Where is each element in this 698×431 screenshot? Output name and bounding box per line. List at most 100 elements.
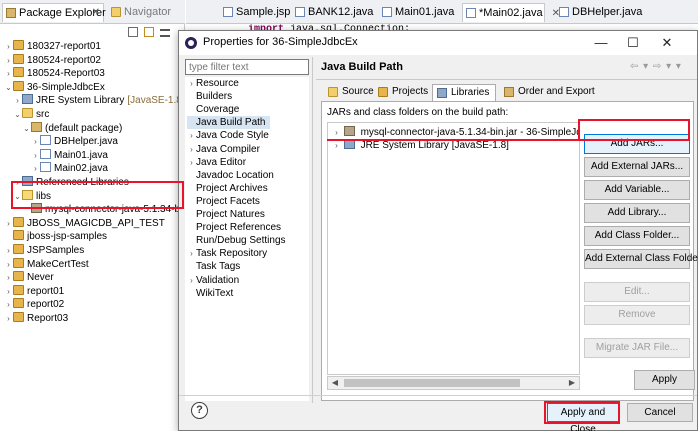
nav-item[interactable]: › Java Editor (187, 156, 250, 169)
tree-item[interactable]: › 180327-report01 (4, 40, 101, 53)
tab-order-export[interactable]: Order and Export (500, 84, 595, 101)
scroll-thumb[interactable] (344, 379, 520, 387)
expand-icon[interactable]: › (187, 274, 196, 287)
tree-item[interactable]: › MakeCertTest (4, 257, 89, 271)
tree-item[interactable]: › JRE System Library [JavaSE-1.8] (13, 94, 185, 107)
nav-item[interactable]: › Task Repository (187, 247, 271, 260)
expand-icon[interactable]: › (4, 271, 13, 284)
link-with-editor-icon[interactable] (144, 27, 155, 37)
add-external-jars-button[interactable]: Add External JARs... (584, 157, 690, 177)
history-navigation[interactable]: ⇦ ▾ ⇨ ▾ ▾ (630, 61, 682, 72)
editor-tab-main02[interactable]: *Main02.java ✕ (462, 3, 560, 22)
tree-item[interactable]: jboss-jsp-samples (4, 230, 107, 243)
tree-item[interactable]: › Never (4, 271, 54, 284)
editor-tab-bank12[interactable]: BANK12.java (292, 3, 373, 22)
expand-icon[interactable]: › (187, 129, 196, 142)
editor-tab-dbhelper[interactable]: DBHelper.java (556, 3, 642, 22)
nav-item[interactable]: Project References (187, 221, 285, 234)
expand-icon[interactable]: › (31, 162, 40, 175)
nav-item[interactable]: Builders (187, 90, 236, 103)
tab-libraries[interactable]: Libraries (432, 84, 496, 102)
tree-item[interactable]: › report02 (4, 298, 64, 311)
close-button[interactable]: ✕ (653, 33, 681, 53)
tree-item[interactable]: › Report03 (4, 312, 68, 325)
expand-icon[interactable]: › (4, 244, 13, 257)
add-external-class-folder-button[interactable]: Add External Class Folder... (584, 249, 698, 269)
add-class-folder-button[interactable]: Add Class Folder... (584, 226, 690, 246)
filter-input[interactable] (185, 59, 309, 75)
add-jars-button[interactable]: Add JARs... (584, 134, 690, 154)
expand-icon[interactable]: ⌄ (13, 190, 22, 203)
cancel-button[interactable]: Cancel (627, 403, 693, 422)
expand-icon[interactable]: › (13, 94, 22, 107)
dialog-title-bar[interactable]: Properties for 36-SimpleJdbcEx — ☐ ✕ (179, 31, 697, 55)
library-list[interactable]: › mysql-connector-java-5.1.34-bin.jar - … (327, 122, 580, 375)
pane-divider[interactable] (312, 57, 313, 403)
library-entry-mysql-connector[interactable]: › mysql-connector-java-5.1.34-bin.jar - … (332, 126, 579, 139)
expand-icon[interactable]: ⌄ (4, 81, 13, 94)
nav-item[interactable]: Run/Debug Settings (187, 234, 290, 247)
nav-item[interactable]: Project Natures (187, 208, 269, 221)
tree-item[interactable]: › 180524-report02 (4, 53, 101, 67)
tab-projects[interactable]: Projects (374, 84, 428, 101)
expand-icon[interactable]: › (31, 149, 40, 162)
minimize-button[interactable]: — (587, 33, 615, 53)
nav-item[interactable]: Java Build Path (187, 116, 270, 130)
expand-icon[interactable]: › (187, 77, 196, 90)
nav-item[interactable]: Project Facets (187, 195, 264, 208)
add-variable-button[interactable]: Add Variable... (584, 180, 690, 200)
scroll-left-icon[interactable]: ◀ (328, 377, 342, 389)
help-icon[interactable]: ? (191, 402, 208, 419)
nav-item[interactable]: › Java Code Style (187, 129, 273, 142)
expand-icon[interactable]: › (4, 40, 13, 53)
remove-button[interactable]: Remove (584, 305, 690, 325)
expand-icon[interactable]: › (13, 176, 22, 189)
add-library-button[interactable]: Add Library... (584, 203, 690, 223)
nav-item[interactable]: › Java Compiler (187, 143, 264, 156)
editor-tab-sample-jsp[interactable]: Sample.jsp (220, 3, 290, 22)
expand-icon[interactable]: › (4, 298, 13, 311)
apply-button[interactable]: Apply (634, 370, 695, 390)
nav-item[interactable]: Project Archives (187, 182, 272, 195)
expand-icon[interactable]: ⌄ (13, 108, 22, 121)
expand-icon[interactable]: › (187, 247, 196, 260)
tab-navigator[interactable]: Navigator (108, 3, 171, 22)
tree-item[interactable]: › 180524-Report03 (4, 67, 105, 80)
tree-item[interactable]: › DBHelper.java (31, 135, 118, 148)
tree-item[interactable]: mysql-connector-java-5.1.34-bin.jar (22, 203, 202, 216)
tree-item[interactable]: ⌄ src (13, 108, 49, 121)
tree-item[interactable]: ⌄ libs (13, 189, 51, 203)
expand-icon[interactable]: › (4, 54, 13, 67)
edit-button[interactable]: Edit... (584, 282, 690, 302)
library-entry-jre[interactable]: › JRE System Library [JavaSE-1.8] (332, 139, 509, 152)
nav-item[interactable]: › Validation (187, 274, 243, 287)
nav-item[interactable]: Javadoc Location (187, 169, 278, 182)
expand-icon[interactable]: ⌄ (22, 122, 31, 135)
collapse-all-icon[interactable] (128, 27, 138, 37)
nav-item[interactable]: › Resource (187, 77, 243, 90)
tab-package-explorer[interactable]: Package Explorer ✕ (2, 3, 106, 22)
tree-item[interactable]: › Main02.java (31, 162, 108, 175)
expand-icon[interactable]: › (4, 217, 13, 230)
expand-icon[interactable]: › (332, 126, 341, 139)
nav-item[interactable]: Coverage (187, 103, 243, 116)
expand-icon[interactable]: › (187, 143, 196, 156)
expand-icon[interactable]: › (31, 135, 40, 148)
view-menu-icon[interactable] (160, 29, 171, 37)
tree-item[interactable]: ⌄ 36-SimpleJdbcEx (4, 80, 105, 94)
maximize-button[interactable]: ☐ (619, 33, 647, 53)
migrate-jar-button[interactable]: Migrate JAR File... (584, 338, 690, 358)
tree-item[interactable]: ⌄ (default package) (22, 121, 122, 135)
tab-source[interactable]: Source (324, 84, 374, 101)
horizontal-scrollbar[interactable]: ◀ ▶ (327, 376, 580, 390)
nav-item[interactable]: Task Tags (187, 260, 244, 273)
expand-icon[interactable]: › (4, 258, 13, 271)
expand-icon[interactable]: › (332, 139, 341, 152)
tree-item[interactable]: › JBOSS_MAGICDB_API_TEST (4, 216, 165, 230)
nav-item[interactable]: WikiText (187, 287, 237, 300)
editor-tab-main01[interactable]: Main01.java (379, 3, 454, 22)
apply-and-close-button[interactable]: Apply and Close (547, 403, 619, 431)
tree-item[interactable]: › JSPSamples (4, 244, 84, 257)
expand-icon[interactable]: › (187, 156, 196, 169)
expand-icon[interactable]: › (4, 312, 13, 325)
